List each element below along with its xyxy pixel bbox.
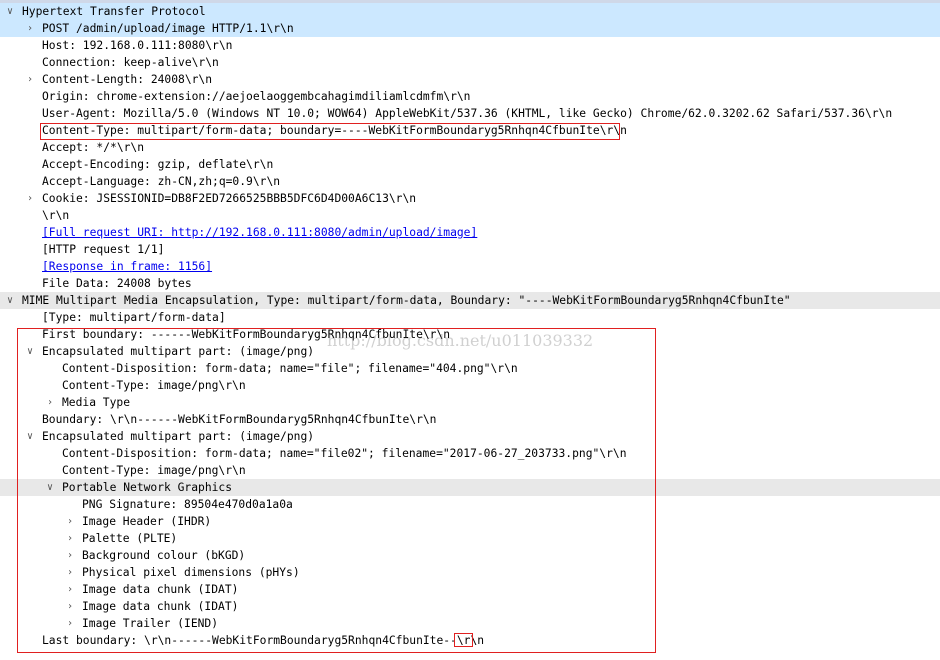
tree-row-label: Hypertext Transfer Protocol — [22, 5, 206, 18]
packet-details-tree[interactable]: ∨ Hypertext Transfer Protocol › POST /admin… — [0, 3, 940, 649]
chevron-down-icon[interactable]: ∨ — [24, 428, 36, 445]
tree-row[interactable]: [Response in frame: 1156] — [0, 258, 940, 275]
chevron-right-icon[interactable]: › — [24, 20, 36, 37]
tree-row[interactable]: PNG Signature: 89504e470d0a1a0a — [0, 496, 940, 513]
chevron-right-icon[interactable]: › — [24, 71, 36, 88]
tree-row[interactable]: Host: 192.168.0.111:8080\r\n — [0, 37, 940, 54]
tree-row-label: Media Type — [62, 396, 131, 409]
tree-row-label: User-Agent: Mozilla/5.0 (Windows NT 10.0… — [42, 107, 893, 120]
tree-row-label: Content-Disposition: form-data; name="fi… — [62, 447, 627, 460]
tree-row-label: POST /admin/upload/image HTTP/1.1\r\n — [42, 22, 294, 35]
chevron-right-icon[interactable]: › — [44, 394, 56, 411]
tree-row-label: Content-Type: image/png\r\n — [62, 464, 246, 477]
chevron-right-icon[interactable]: › — [64, 564, 76, 581]
chevron-right-icon[interactable]: › — [64, 615, 76, 632]
tree-row[interactable]: › Image Trailer (IEND) — [0, 615, 940, 632]
tree-row[interactable]: Content-Type: image/png\r\n — [0, 377, 940, 394]
chevron-right-icon[interactable]: › — [64, 513, 76, 530]
tree-row[interactable]: ∨ Portable Network Graphics — [0, 479, 940, 496]
tree-row[interactable]: User-Agent: Mozilla/5.0 (Windows NT 10.0… — [0, 105, 940, 122]
tree-row[interactable]: › Background colour (bKGD) — [0, 547, 940, 564]
tree-row[interactable]: [HTTP request 1/1] — [0, 241, 940, 258]
tree-row-label: Portable Network Graphics — [62, 481, 233, 494]
tree-row[interactable]: ∨ Encapsulated multipart part: (image/png… — [0, 428, 940, 445]
tree-row[interactable]: Accept: */*\r\n — [0, 139, 940, 156]
tree-row-label: Host: 192.168.0.111:8080\r\n — [42, 39, 233, 52]
tree-row[interactable]: › Palette (PLTE) — [0, 530, 940, 547]
watermark: http://blog.csdn.net/u011039332 — [327, 331, 594, 350]
tree-row-link[interactable]: [Full request URI: http://192.168.0.111:… — [42, 224, 477, 241]
tree-row-label: Connection: keep-alive\r\n — [42, 56, 219, 69]
tree-row[interactable]: › Physical pixel dimensions (pHYs) — [0, 564, 940, 581]
tree-row-label: Accept: */*\r\n — [42, 141, 145, 154]
tree-row-label: Image data chunk (IDAT) — [82, 600, 239, 613]
tree-row[interactable]: Boundary: \r\n------WebKitFormBoundaryg5… — [0, 411, 940, 428]
tree-row-label: Cookie: JSESSIONID=DB8F2ED7266525BBB5DFC… — [42, 192, 417, 205]
tree-row-link[interactable]: [Response in frame: 1156] — [42, 258, 212, 275]
tree-row[interactable]: Content-Disposition: form-data; name="fi… — [0, 360, 940, 377]
tree-row-label: Accept-Language: zh-CN,zh;q=0.9\r\n — [42, 175, 281, 188]
tree-row-label: Content-Type: image/png\r\n — [62, 379, 246, 392]
chevron-right-icon[interactable]: › — [24, 190, 36, 207]
tree-row-label: Background colour (bKGD) — [82, 549, 246, 562]
chevron-down-icon[interactable]: ∨ — [24, 343, 36, 360]
tree-row-label: Physical pixel dimensions (pHYs) — [82, 566, 300, 579]
tree-row-label: Content-Length: 24008\r\n — [42, 73, 213, 86]
tree-row-label: \r\n — [42, 209, 70, 222]
tree-row-label: Origin: chrome-extension://aejoelaoggemb… — [42, 90, 471, 103]
tree-row-label: Image Header (IHDR) — [82, 515, 212, 528]
tree-row-label: MIME Multipart Media Encapsulation, Type… — [22, 294, 791, 307]
tree-row[interactable]: Accept-Encoding: gzip, deflate\r\n — [0, 156, 940, 173]
tree-row[interactable]: Last boundary: \r\n------WebKitFormBound… — [0, 632, 940, 649]
tree-row[interactable]: ∨ MIME Multipart Media Encapsulation, Typ… — [0, 292, 940, 309]
tree-row-label: Content-Type: multipart/form-data; bound… — [42, 124, 627, 137]
tree-row[interactable]: Origin: chrome-extension://aejoelaoggemb… — [0, 88, 940, 105]
tree-row-label: Encapsulated multipart part: (image/png) — [42, 345, 315, 358]
tree-row-label: Palette (PLTE) — [82, 532, 178, 545]
chevron-down-icon[interactable]: ∨ — [4, 292, 16, 309]
chevron-right-icon[interactable]: › — [64, 598, 76, 615]
tree-row-label: Content-Disposition: form-data; name="fi… — [62, 362, 518, 375]
chevron-down-icon[interactable]: ∨ — [4, 3, 16, 20]
tree-row[interactable]: › Image data chunk (IDAT) — [0, 598, 940, 615]
tree-row[interactable]: [Full request URI: http://192.168.0.111:… — [0, 224, 940, 241]
tree-row[interactable]: › POST /admin/upload/image HTTP/1.1\r\n — [0, 20, 940, 37]
tree-row-label: Image Trailer (IEND) — [82, 617, 219, 630]
tree-row-label: [Type: multipart/form-data] — [42, 311, 226, 324]
tree-row[interactable]: Content-Type: image/png\r\n — [0, 462, 940, 479]
chevron-down-icon[interactable]: ∨ — [44, 479, 56, 496]
tree-row[interactable]: Connection: keep-alive\r\n — [0, 54, 940, 71]
tree-row[interactable]: File Data: 24008 bytes — [0, 275, 940, 292]
tree-row-label: File Data: 24008 bytes — [42, 277, 192, 290]
tree-row[interactable]: \r\n — [0, 207, 940, 224]
chevron-right-icon[interactable]: › — [64, 547, 76, 564]
tree-row[interactable]: › Media Type — [0, 394, 940, 411]
tree-row[interactable]: ∨ Hypertext Transfer Protocol — [0, 3, 940, 20]
tree-row[interactable]: Accept-Language: zh-CN,zh;q=0.9\r\n — [0, 173, 940, 190]
tree-row-label: Image data chunk (IDAT) — [82, 583, 239, 596]
tree-row[interactable]: › Image data chunk (IDAT) — [0, 581, 940, 598]
tree-row[interactable]: [Type: multipart/form-data] — [0, 309, 940, 326]
tree-row-label: Boundary: \r\n------WebKitFormBoundaryg5… — [42, 413, 437, 426]
tree-row[interactable]: › Content-Length: 24008\r\n — [0, 71, 940, 88]
tree-row-label: Encapsulated multipart part: (image/png) — [42, 430, 315, 443]
tree-row-label: Accept-Encoding: gzip, deflate\r\n — [42, 158, 274, 171]
tree-row[interactable]: Content-Type: multipart/form-data; bound… — [0, 122, 940, 139]
chevron-right-icon[interactable]: › — [64, 581, 76, 598]
tree-row[interactable]: › Image Header (IHDR) — [0, 513, 940, 530]
tree-row-label: Last boundary: \r\n------WebKitFormBound… — [42, 634, 485, 647]
tree-row[interactable]: Content-Disposition: form-data; name="fi… — [0, 445, 940, 462]
tree-row-label: [HTTP request 1/1] — [42, 243, 165, 256]
tree-row-label: PNG Signature: 89504e470d0a1a0a — [82, 498, 293, 511]
chevron-right-icon[interactable]: › — [64, 530, 76, 547]
tree-row[interactable]: › Cookie: JSESSIONID=DB8F2ED7266525BBB5DF… — [0, 190, 940, 207]
